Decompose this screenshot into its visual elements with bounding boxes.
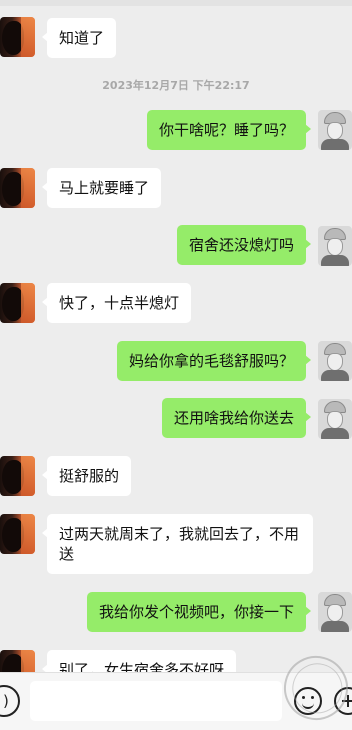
message-bubble-sent[interactable]: 还用啥我给你送去	[161, 398, 312, 438]
message-timestamp: 2023年12月7日 下午22:17	[102, 79, 250, 92]
body-shape	[321, 428, 349, 439]
contact-avatar[interactable]	[0, 168, 35, 208]
voice-wave-glyph: )	[3, 692, 9, 710]
face-shape	[327, 122, 343, 140]
body-shape	[321, 139, 349, 150]
face-shape	[327, 238, 343, 256]
message-bubble-received[interactable]: 挺舒服的	[41, 456, 132, 496]
user-avatar[interactable]	[318, 399, 352, 439]
message-bubble-sent[interactable]: 妈给你拿的毛毯舒服吗？	[116, 341, 312, 381]
message-bubble-received[interactable]: 过两天就周末了，我就回去了，不用送	[42, 514, 313, 574]
message-bubble-received[interactable]: 马上就要睡了	[41, 168, 162, 208]
user-avatar[interactable]	[318, 341, 352, 381]
user-avatar[interactable]	[318, 110, 352, 150]
message-bubble-received[interactable]: 知道了	[41, 18, 117, 58]
face-shape	[327, 604, 343, 622]
contact-avatar[interactable]	[0, 17, 35, 57]
body-shape	[321, 255, 349, 266]
contact-avatar[interactable]	[0, 456, 35, 496]
message-bubble-sent[interactable]: 宿舍还没熄灯吗	[176, 225, 312, 265]
user-avatar[interactable]	[318, 226, 352, 266]
face-shape	[327, 353, 343, 371]
chat-history[interactable]: 知道了 2023年12月7日 下午22:17 你干啥呢？睡了吗？ 马上就要睡了 …	[0, 0, 352, 680]
message-bubble-sent[interactable]: 你干啥呢？睡了吗？	[146, 110, 312, 150]
face-shape	[327, 411, 343, 429]
body-shape	[321, 621, 349, 632]
message-bubble-sent[interactable]: 我给你发个视频吧，你接一下	[86, 592, 312, 632]
contact-avatar[interactable]	[0, 283, 35, 323]
message-bubble-received[interactable]: 快了，十点半熄灯	[41, 283, 192, 323]
body-shape	[321, 370, 349, 381]
contact-avatar[interactable]	[0, 514, 35, 554]
voice-icon[interactable]: )	[0, 685, 20, 717]
user-avatar[interactable]	[318, 592, 352, 632]
message-input[interactable]	[30, 681, 282, 721]
